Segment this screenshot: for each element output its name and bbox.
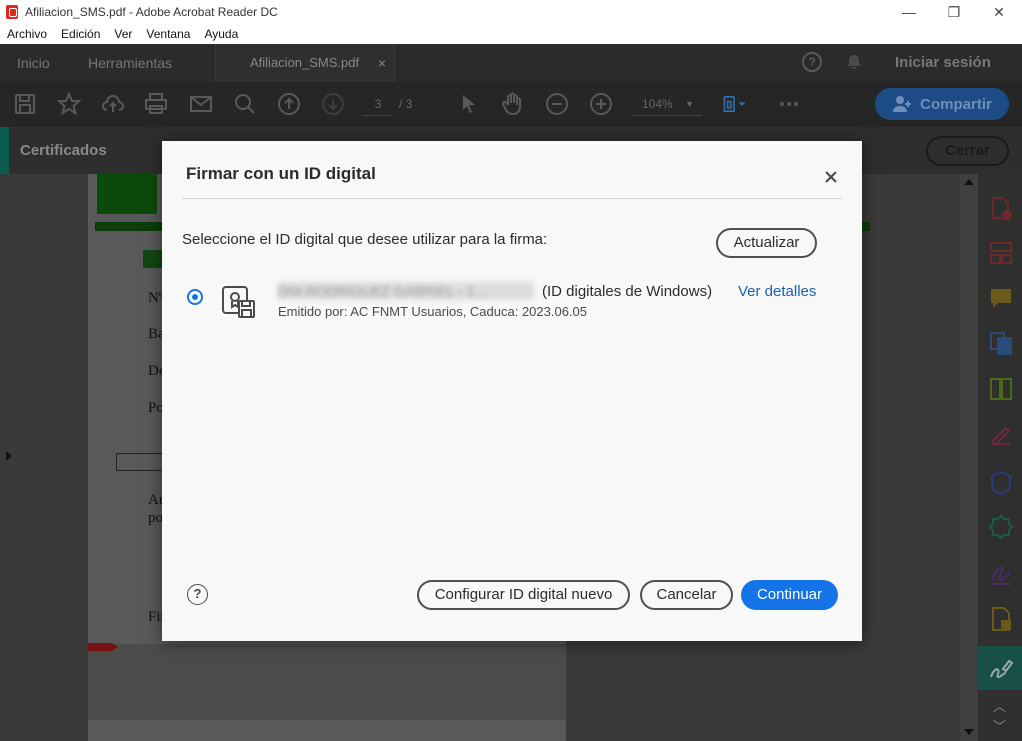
zoom-out-icon[interactable]: [545, 92, 569, 116]
page-down-icon[interactable]: [321, 92, 345, 116]
dialog-title: Firmar con un ID digital: [186, 164, 376, 183]
help-icon[interactable]: ?: [802, 52, 822, 72]
vertical-scrollbar[interactable]: [960, 174, 978, 741]
title-bar: Afiliacion_SMS.pdf - Adobe Acrobat Reade…: [0, 0, 1022, 24]
sign-with-digital-id-dialog: Firmar con un ID digital Seleccione el I…: [162, 141, 862, 641]
document-logo: [97, 174, 157, 214]
fill-sign-icon[interactable]: [988, 420, 1014, 446]
restore-button[interactable]: ❐: [931, 0, 977, 24]
zoom-select[interactable]: 104% ▼: [632, 92, 702, 116]
continue-button[interactable]: Continuar: [741, 580, 838, 610]
page-fit-icon[interactable]: [722, 92, 746, 116]
more-tools-icon[interactable]: [777, 92, 801, 116]
dialog-prompt: Seleccione el ID digital que desee utili…: [182, 231, 548, 248]
select-cursor-icon[interactable]: [457, 92, 481, 116]
menu-archivo[interactable]: Archivo: [0, 27, 54, 41]
stamp-icon[interactable]: [988, 606, 1014, 632]
menu-ver[interactable]: Ver: [107, 27, 139, 41]
signin-link[interactable]: Iniciar sesión: [895, 44, 991, 82]
cancel-button[interactable]: Cancelar: [640, 580, 733, 610]
certificates-title: Certificados: [20, 142, 107, 159]
tab-document[interactable]: Afiliacion_SMS.pdf ×: [215, 44, 395, 82]
upload-cloud-icon[interactable]: [101, 92, 125, 116]
menu-bar: Archivo Edición Ver Ventana Ayuda: [0, 24, 1022, 44]
active-tool-highlight[interactable]: [978, 646, 1022, 690]
minimize-button[interactable]: —: [886, 0, 932, 24]
digital-id-name: DNI RODRIGUEZ GABRIEL - 1...: [278, 283, 486, 299]
close-window-button[interactable]: ✕: [976, 0, 1022, 24]
signature-flag-icon: [88, 643, 118, 651]
toolbar: [0, 82, 1022, 127]
window-title: Afiliacion_SMS.pdf - Adobe Acrobat Reade…: [25, 5, 278, 19]
export-pdf-icon[interactable]: [988, 330, 1014, 356]
request-signature-icon[interactable]: [988, 560, 1014, 586]
tab-document-label: Afiliacion_SMS.pdf: [250, 55, 360, 70]
search-icon[interactable]: [233, 92, 257, 116]
tab-close-icon[interactable]: ×: [378, 44, 386, 82]
panel-collapse-up-icon[interactable]: ︿: [993, 696, 1006, 715]
print-icon[interactable]: [144, 92, 168, 116]
digital-id-issuer: Emitido por: AC FNMT Usuarios, Caduca: 2…: [278, 304, 588, 319]
certificates-tool-icon[interactable]: [988, 514, 1014, 540]
comment-icon[interactable]: [988, 286, 1014, 312]
dialog-divider: [182, 198, 842, 199]
menu-ayuda[interactable]: Ayuda: [197, 27, 245, 41]
acrobat-window: Afiliacion_SMS.pdf - Adobe Acrobat Reade…: [0, 0, 1022, 741]
left-panel-toggle-icon[interactable]: [6, 451, 12, 461]
panel-expand-down-icon[interactable]: ﹀: [993, 716, 1006, 735]
menu-ventana[interactable]: Ventana: [139, 27, 197, 41]
add-user-icon: [893, 96, 912, 112]
star-icon[interactable]: [57, 92, 81, 116]
close-certificates-button[interactable]: Cerrar: [926, 136, 1009, 166]
compare-files-icon[interactable]: [988, 376, 1014, 402]
tab-bar: Inicio Herramientas Afiliacion_SMS.pdf ×…: [0, 44, 1022, 82]
share-label: Compartir: [920, 95, 992, 113]
signature-field[interactable]: [88, 644, 566, 720]
digital-id-certificate-icon: [222, 286, 255, 318]
acrobat-logo-icon: [6, 5, 18, 19]
scroll-down-icon[interactable]: [964, 729, 974, 735]
organize-pages-icon[interactable]: [988, 240, 1014, 266]
certificates-accent: [0, 127, 9, 174]
bell-icon[interactable]: [846, 54, 862, 70]
share-button[interactable]: Compartir: [875, 88, 1009, 120]
view-details-link[interactable]: Ver detalles: [738, 283, 816, 300]
email-icon[interactable]: [189, 92, 213, 116]
document-table: [116, 453, 166, 471]
tab-tools[interactable]: Herramientas: [88, 44, 172, 82]
refresh-button[interactable]: Actualizar: [716, 228, 817, 258]
digital-id-radio[interactable]: [187, 289, 203, 305]
save-icon[interactable]: [13, 92, 37, 116]
zoom-value: 104%: [642, 97, 673, 111]
doc-fragment: po: [148, 510, 163, 526]
digital-id-source: (ID digitales de Windows): [542, 283, 713, 300]
tab-home[interactable]: Inicio: [17, 44, 50, 82]
page-up-icon[interactable]: [277, 92, 301, 116]
scroll-up-icon[interactable]: [964, 179, 974, 185]
help-icon[interactable]: ?: [187, 584, 208, 605]
create-pdf-icon[interactable]: [988, 196, 1014, 222]
page-total: / 3: [399, 97, 413, 111]
chevron-down-icon: ▼: [685, 99, 694, 109]
zoom-in-icon[interactable]: [589, 92, 613, 116]
sign-pen-icon: [990, 659, 1014, 679]
configure-new-id-button[interactable]: Configurar ID digital nuevo: [417, 580, 630, 610]
close-icon[interactable]: [821, 167, 841, 187]
protect-shield-icon[interactable]: [988, 470, 1014, 496]
page-number-input[interactable]: 3: [363, 92, 393, 116]
menu-edicion[interactable]: Edición: [54, 27, 107, 41]
hand-tool-icon[interactable]: [501, 92, 525, 116]
